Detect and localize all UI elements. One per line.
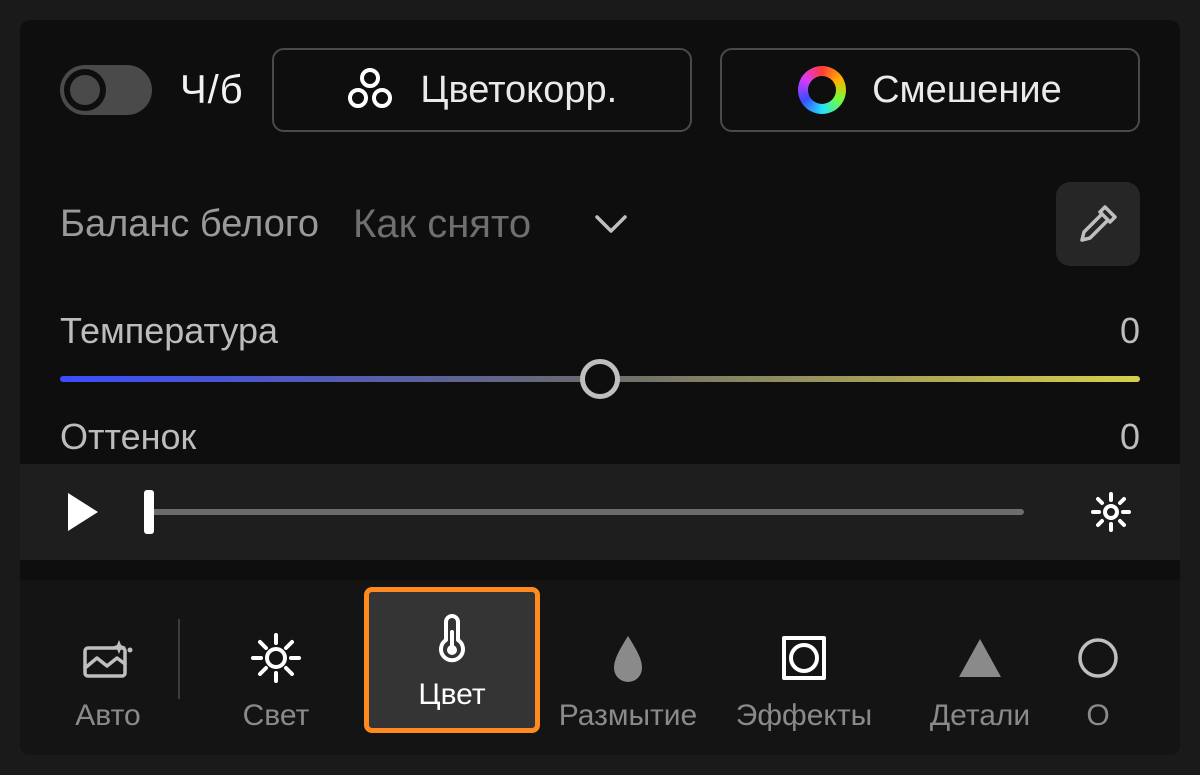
tab-light[interactable]: Свет: [188, 631, 364, 733]
tab-blur-label: Размытие: [559, 699, 698, 733]
bottom-tab-bar: Авто Свет: [20, 580, 1180, 755]
temperature-slider[interactable]: [60, 376, 1140, 382]
eyedropper-button[interactable]: [1056, 182, 1140, 266]
temperature-label: Температура: [60, 310, 278, 352]
color-correction-label: Цветокорр.: [420, 69, 617, 112]
tab-auto-label: Авто: [75, 699, 140, 733]
tab-effects[interactable]: Эффекты: [716, 631, 892, 733]
tab-auto[interactable]: Авто: [38, 631, 178, 733]
tab-effects-label: Эффекты: [736, 699, 872, 733]
tab-divider: [178, 619, 180, 699]
timeline-scrubber[interactable]: [144, 509, 1024, 515]
playback-strip: [20, 464, 1180, 560]
tab-color-label: Цвет: [418, 678, 485, 712]
tint-value: 0: [1120, 416, 1140, 458]
color-mix-label: Смешение: [872, 69, 1062, 112]
drop-icon: [601, 631, 655, 685]
bw-toggle[interactable]: [60, 65, 152, 115]
vignette-icon: [777, 631, 831, 685]
timeline-playhead[interactable]: [144, 490, 154, 534]
temperature-thumb[interactable]: [580, 359, 620, 399]
tab-optics[interactable]: О: [1068, 631, 1128, 733]
thermometer-icon: [425, 610, 479, 664]
color-grading-icon: [346, 70, 394, 110]
lens-icon: [1071, 631, 1125, 685]
tab-detail[interactable]: Детали: [892, 631, 1068, 733]
chevron-down-icon[interactable]: [591, 211, 631, 237]
triangle-icon: [953, 631, 1007, 685]
temperature-slider-block: Температура 0: [60, 310, 1140, 382]
tab-light-label: Свет: [243, 699, 310, 733]
gear-icon[interactable]: [1090, 491, 1132, 533]
color-correction-button[interactable]: Цветокорр.: [272, 48, 692, 132]
tab-blur[interactable]: Размытие: [540, 631, 716, 733]
tab-optics-label: О: [1086, 699, 1109, 733]
white-balance-select[interactable]: Как снято: [353, 202, 531, 247]
eyedropper-icon: [1075, 201, 1121, 247]
tint-label: Оттенок: [60, 416, 196, 458]
color-wheel-icon: [798, 66, 846, 114]
play-icon[interactable]: [68, 493, 98, 531]
toggle-knob: [64, 69, 106, 111]
temperature-value: 0: [1120, 310, 1140, 352]
white-balance-label: Баланс белого: [60, 203, 319, 246]
sun-icon: [249, 631, 303, 685]
tab-color[interactable]: Цвет: [364, 587, 540, 733]
bw-label: Ч/б: [180, 68, 244, 113]
color-mix-button[interactable]: Смешение: [720, 48, 1140, 132]
tab-detail-label: Детали: [930, 699, 1030, 733]
auto-icon: [81, 631, 135, 685]
